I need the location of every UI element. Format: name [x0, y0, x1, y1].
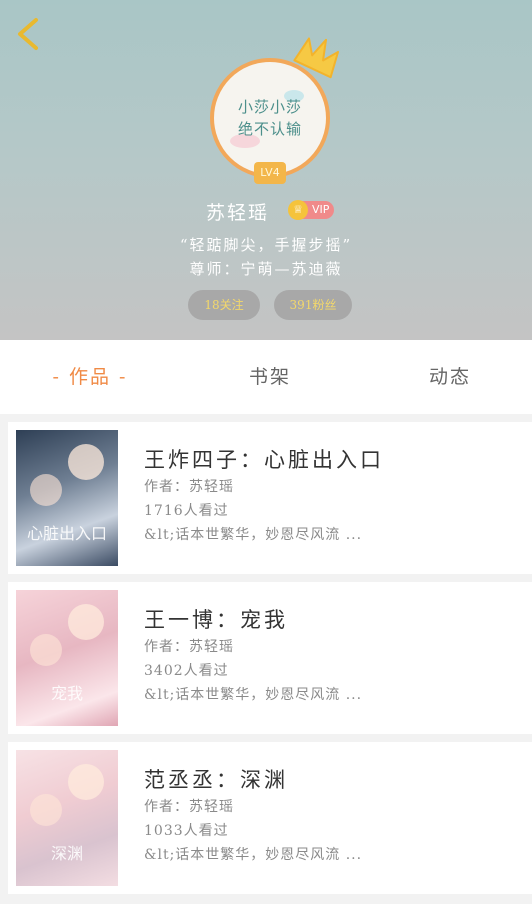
book-title: 王一博：宠我	[144, 608, 288, 632]
user-teacher: 尊师：宁萌—苏迪薇	[189, 260, 343, 278]
book-description: &lt;话本世繁华，妙恩尽风流 ...	[144, 527, 363, 543]
book-description: &lt;话本世繁华，妙恩尽风流 ...	[144, 847, 363, 863]
vip-label: VIP	[312, 203, 330, 216]
book-card[interactable]: 深渊 范丞丞：深渊 作者：苏轻瑶 1033人看过 &lt;话本世繁华，妙恩尽风流…	[8, 742, 532, 894]
cover-title: 宠我	[50, 684, 83, 703]
crown-icon	[293, 37, 339, 79]
tab-dynamics[interactable]: 动态	[390, 340, 510, 414]
profile-header: 小莎小莎 绝不认输 LV4 苏轻瑶 ♕ VIP “轻踮脚尖，手握步摇” 尊师：宁…	[0, 0, 532, 340]
user-profile-page: 小莎小莎 绝不认输 LV4 苏轻瑶 ♕ VIP “轻踮脚尖，手握步摇” 尊师：宁…	[0, 0, 532, 904]
cover-title: 深渊	[50, 844, 83, 863]
book-card[interactable]: 心脏出入口 王炸四子：心脏出入口 作者：苏轻瑶 1716人看过 &lt;话本世繁…	[8, 422, 532, 574]
user-motto: “轻踮脚尖，手握步摇”	[179, 236, 353, 254]
back-button[interactable]	[12, 14, 46, 54]
book-title: 王炸四子：心脏出入口	[144, 448, 384, 472]
book-title: 范丞丞：深渊	[144, 768, 288, 792]
cover-title: 心脏出入口	[26, 524, 107, 543]
following-count-button[interactable]: 18关注	[188, 290, 260, 320]
book-views: 1033人看过	[144, 823, 229, 839]
vip-crown-icon: ♕	[288, 200, 308, 220]
book-views: 1716人看过	[144, 503, 229, 519]
fans-count-button[interactable]: 391粉丝	[274, 290, 352, 320]
book-views: 3402人看过	[144, 663, 229, 679]
book-author: 作者：苏轻瑶	[144, 799, 234, 815]
username: 苏轻瑶	[206, 202, 270, 224]
chevron-left-icon	[18, 18, 38, 50]
book-description: &lt;话本世繁华，妙恩尽风流 ...	[144, 687, 363, 703]
level-badge: LV4	[254, 162, 286, 184]
book-author: 作者：苏轻瑶	[144, 479, 234, 495]
vip-badge: ♕ VIP	[288, 200, 334, 220]
avatar-text-line2: 绝不认输	[237, 120, 302, 138]
book-cover: 心脏出入口	[16, 430, 118, 566]
book-author: 作者：苏轻瑶	[144, 639, 234, 655]
avatar-text-line1: 小莎小莎	[237, 98, 302, 116]
book-card[interactable]: 宠我 王一博：宠我 作者：苏轻瑶 3402人看过 &lt;话本世繁华，妙恩尽风流…	[8, 582, 532, 734]
tab-bookshelf[interactable]: 书架	[210, 340, 330, 414]
book-cover: 深渊	[16, 750, 118, 886]
profile-tabs: - 作品 - 书架 动态	[0, 340, 532, 414]
username-row: 苏轻瑶 ♕ VIP	[0, 198, 532, 224]
book-cover: 宠我	[16, 590, 118, 726]
tab-works[interactable]: - 作品 -	[30, 340, 150, 414]
